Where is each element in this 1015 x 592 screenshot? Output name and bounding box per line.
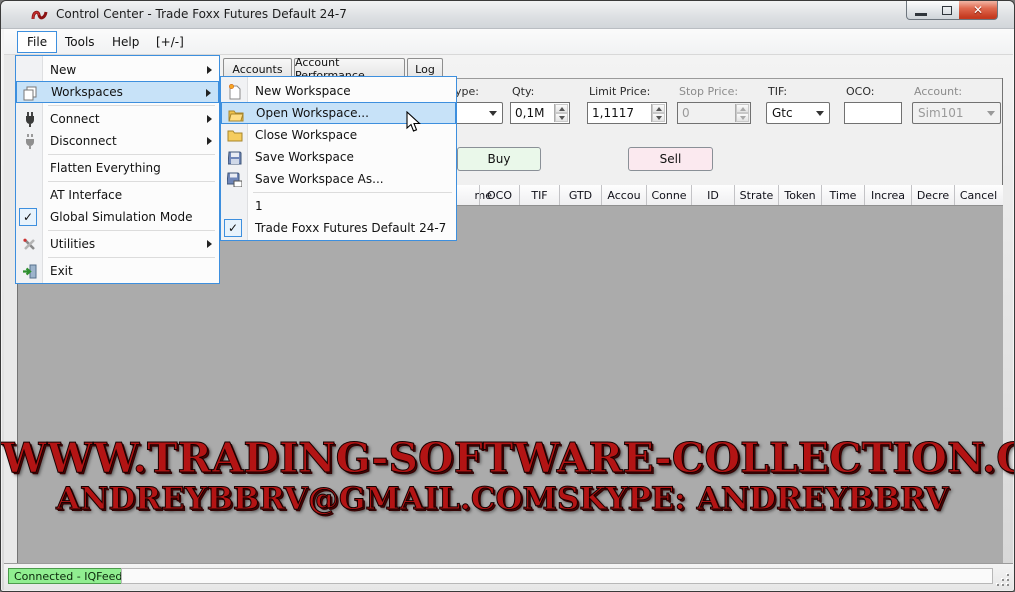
qty-stepper[interactable] [554, 104, 568, 122]
app-window: Control Center - Trade Foxx Futures Defa… [0, 0, 1015, 592]
column-header[interactable]: TIF [519, 185, 559, 205]
oco-label: OCO: [846, 85, 875, 98]
column-header[interactable]: Token [778, 185, 821, 205]
submenu-arrow-icon [207, 66, 212, 74]
qty-label: Qty: [512, 85, 534, 98]
stop-price-label: Stop Price: [679, 85, 738, 98]
close-workspace-icon [226, 127, 243, 144]
status-bar: Connected - IQFeed [4, 563, 1013, 590]
workspaces-submenu: New Workspace Open Workspace... Close Wo… [220, 76, 457, 241]
menu-item-workspaces[interactable]: Workspaces [16, 81, 219, 103]
menu-item-new-workspace[interactable]: New Workspace [221, 80, 456, 102]
save-as-icon [226, 171, 243, 188]
watermark-skype: SKYPE: ANDREYBBRV [557, 481, 949, 517]
limit-price-input[interactable]: 1,1117 [587, 102, 667, 124]
utilities-icon [21, 236, 38, 253]
limit-price-label: Limit Price: [589, 85, 650, 98]
menu-item-workspace-1[interactable]: 1 [221, 195, 456, 217]
buy-button[interactable]: Buy [457, 147, 541, 171]
menu-bar: File Tools Help [+/-] [4, 29, 1013, 55]
oco-input[interactable] [844, 102, 902, 124]
status-empty-panel [121, 568, 993, 584]
column-header[interactable]: GTD [559, 185, 601, 205]
tif-label: TIF: [768, 85, 787, 98]
minimize-button[interactable] [906, 1, 936, 20]
close-button[interactable]: ✕ [959, 1, 998, 20]
submenu-arrow-icon [207, 240, 212, 248]
submenu-arrow-icon [206, 89, 211, 97]
connection-status-badge: Connected - IQFeed [8, 568, 128, 584]
menu-item-at-interface[interactable]: AT Interface [16, 184, 219, 206]
sell-button[interactable]: Sell [628, 147, 713, 171]
stop-price-stepper[interactable] [735, 104, 749, 122]
mouse-cursor [406, 111, 422, 133]
tif-combobox[interactable]: Gtc [766, 102, 830, 124]
menu-plusminus[interactable]: [+/-] [147, 31, 193, 53]
column-header[interactable]: Increa [864, 185, 911, 205]
exit-icon [21, 263, 38, 280]
app-logo-icon [31, 7, 48, 24]
column-header[interactable]: Accou [601, 185, 646, 205]
column-header[interactable]: ID [691, 185, 734, 205]
window-title: Control Center - Trade Foxx Futures Defa… [56, 7, 347, 21]
menu-item-new[interactable]: New [16, 59, 219, 81]
qty-input[interactable]: 0,1M [510, 102, 570, 124]
title-bar[interactable]: Control Center - Trade Foxx Futures Defa… [1, 1, 1014, 29]
workspaces-icon [22, 85, 39, 102]
menu-item-flatten-everything[interactable]: Flatten Everything [16, 157, 219, 179]
column-header[interactable]: OCO [479, 185, 519, 205]
menu-item-save-workspace[interactable]: Save Workspace [221, 146, 456, 168]
menu-tools[interactable]: Tools [56, 31, 104, 53]
chevron-down-icon [489, 111, 497, 116]
chevron-down-icon [816, 111, 824, 116]
menu-item-exit[interactable]: Exit [16, 260, 219, 282]
chevron-down-icon [987, 111, 995, 116]
column-header[interactable]: Conne [646, 185, 691, 205]
menu-help[interactable]: Help [103, 31, 148, 53]
checkmark-icon: ✓ [224, 219, 242, 237]
save-icon [226, 149, 243, 166]
resize-grip[interactable] [995, 572, 1009, 586]
maximize-icon [942, 6, 952, 15]
watermark-email: ANDREYBBRV@GMAIL.COM [56, 481, 557, 517]
column-header[interactable]: Time [821, 185, 864, 205]
menu-item-save-workspace-as[interactable]: Save Workspace As... [221, 168, 456, 190]
new-workspace-icon [226, 83, 243, 100]
column-header[interactable]: Cancel [954, 185, 1002, 205]
submenu-arrow-icon [207, 137, 212, 145]
column-header[interactable]: Decre [911, 185, 954, 205]
limit-price-stepper[interactable] [651, 104, 665, 122]
open-workspace-icon [227, 106, 244, 123]
column-header[interactable]: Strate [734, 185, 778, 205]
file-menu: New Workspaces Connect Disconnect Flatte… [15, 55, 220, 284]
menu-item-disconnect[interactable]: Disconnect [16, 130, 219, 152]
menu-item-global-simulation-mode[interactable]: ✓ Global Simulation Mode [16, 206, 219, 228]
account-combobox[interactable]: Sim101 [912, 102, 1001, 124]
menu-item-utilities[interactable]: Utilities [16, 233, 219, 255]
submenu-arrow-icon [207, 115, 212, 123]
minimize-icon [915, 13, 927, 16]
watermark-line1: WWW.TRADING-SOFTWARE-COLLECTION.COM [1, 434, 1003, 482]
maximize-button[interactable] [935, 1, 960, 20]
connect-icon [21, 111, 38, 128]
disconnect-icon [21, 133, 38, 150]
checkmark-icon: ✓ [19, 208, 37, 226]
menu-item-connect[interactable]: Connect [16, 108, 219, 130]
account-label: Account: [914, 85, 962, 98]
menu-item-workspace-default[interactable]: ✓ Trade Foxx Futures Default 24-7 [221, 217, 456, 239]
close-icon: ✕ [973, 3, 983, 17]
stop-price-input[interactable]: 0 [677, 102, 751, 124]
menu-file[interactable]: File [17, 31, 57, 53]
